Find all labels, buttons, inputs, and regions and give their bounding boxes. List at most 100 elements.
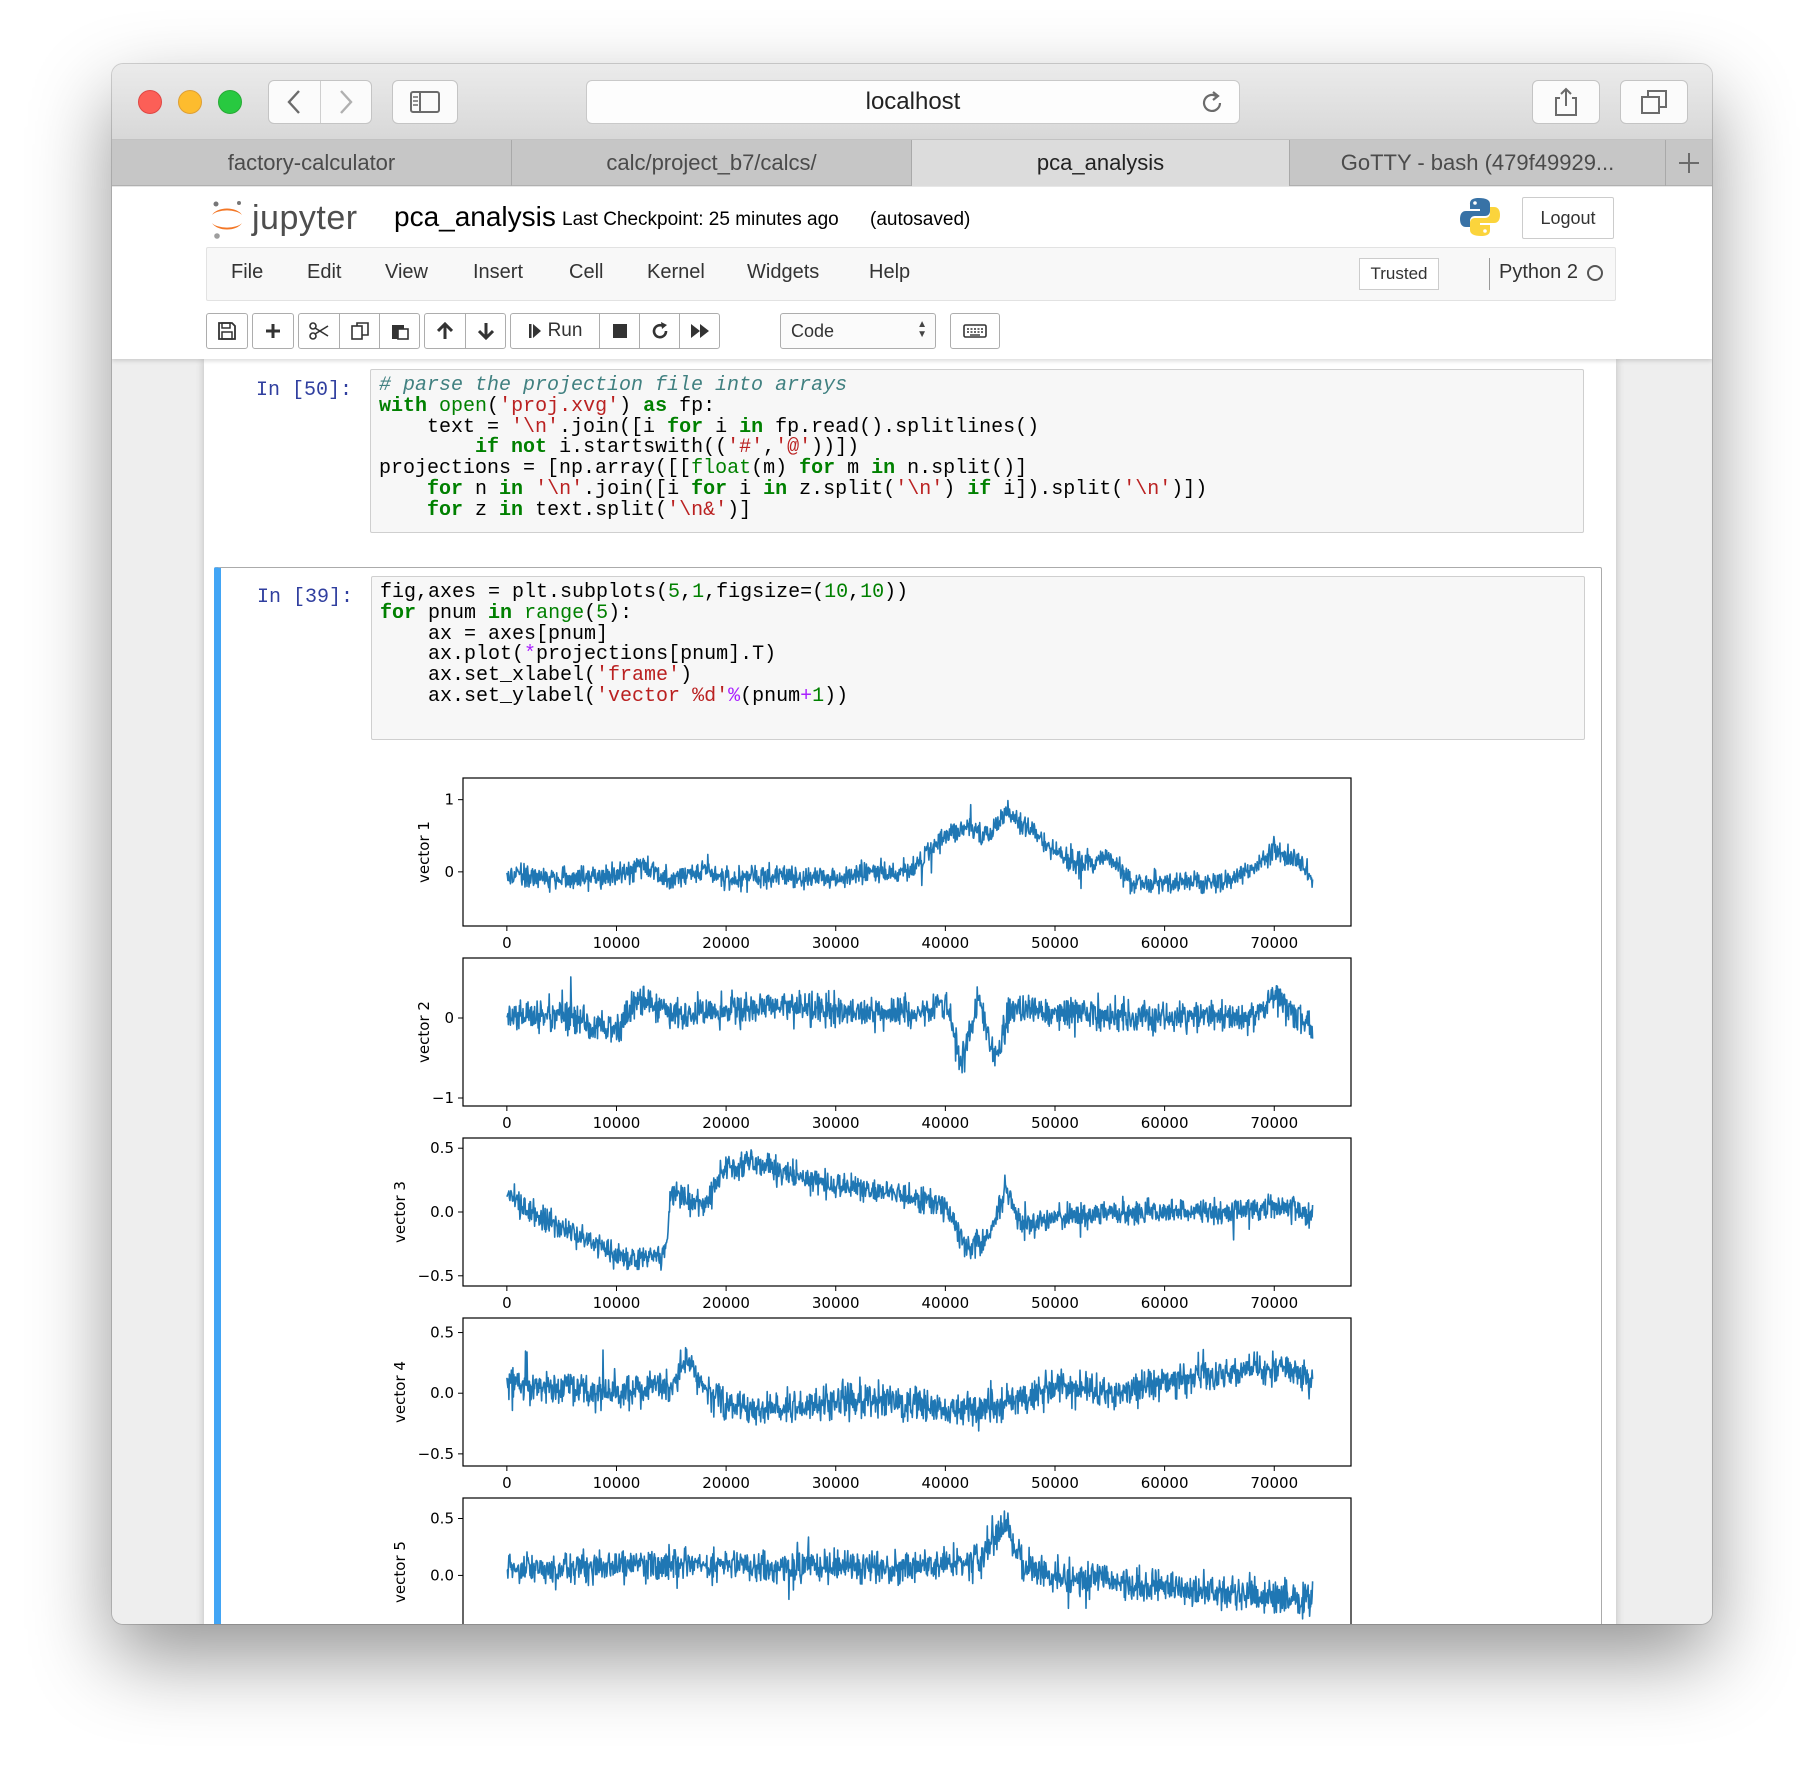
subplot-4: 0 10000 20000 30000 40000 50000 60000 70000 −0.5…	[391, 1317, 1352, 1492]
code-editor[interactable]: fig,axes = plt.subplots(5,1,figsize=(10,…	[371, 576, 1585, 740]
code-line: ax.set_ylabel('vector %d'%(pnum+1))	[380, 684, 1576, 708]
menu-file[interactable]: File	[231, 261, 263, 284]
y-tick-label: 0	[444, 1009, 454, 1027]
interrupt-kernel-button[interactable]	[599, 314, 639, 348]
code-token: 1	[692, 581, 705, 604]
logout-button[interactable]: Logout	[1522, 197, 1614, 239]
menu-cell[interactable]: Cell	[569, 261, 603, 284]
notebook-name[interactable]: pca_analysis	[394, 201, 556, 233]
reload-button[interactable]	[1199, 90, 1225, 123]
move-down-button[interactable]	[465, 314, 505, 348]
code-token: (pnum	[740, 684, 801, 708]
tab-gotty-bash[interactable]: GoTTY - bash (479f49929...	[1290, 140, 1666, 186]
insert-cell-button[interactable]	[253, 314, 293, 348]
code-token: 'proj.xvg'	[499, 394, 620, 418]
x-tick-label: 70000	[1250, 1114, 1298, 1132]
code-line: with open('proj.xvg') as fp:	[379, 394, 1575, 418]
zoom-window-button[interactable]	[218, 90, 242, 114]
code-cell[interactable]: In [50]: # parse the projection file int…	[220, 367, 1602, 537]
x-tick-label: 30000	[812, 1294, 860, 1312]
menu-help[interactable]: Help	[869, 261, 910, 284]
y-tick-label: 1	[444, 791, 454, 809]
show-tabs-button[interactable]	[1620, 80, 1688, 124]
cell-type-select[interactable]: Code ▲ ▼	[780, 313, 936, 349]
share-button[interactable]	[1532, 80, 1600, 124]
plus-icon	[266, 324, 280, 338]
axes-frame	[462, 777, 1352, 927]
tab-label: pca_analysis	[1036, 150, 1165, 175]
menu-edit[interactable]: Edit	[307, 261, 341, 284]
restart-kernel-button[interactable]	[639, 314, 679, 348]
command-palette-button[interactable]	[951, 314, 999, 348]
fast-forward-icon	[690, 324, 709, 338]
jupyter-logo-icon	[212, 201, 242, 239]
x-tick-label: 60000	[1141, 1294, 1189, 1312]
code-token: ))	[884, 581, 909, 604]
address-bar[interactable]: localhost	[586, 80, 1240, 124]
x-tick-label: 0	[502, 1294, 512, 1312]
code-token: 10	[860, 581, 885, 604]
toolbar-insert-group	[252, 313, 294, 349]
x-tick-label: 50000	[1031, 1474, 1079, 1492]
x-tick-label: 10000	[593, 1114, 641, 1132]
close-window-button[interactable]	[138, 90, 162, 114]
x-tick-label: 70000	[1250, 1474, 1298, 1492]
code-text[interactable]: fig,axes = plt.subplots(5,1,figsize=(10,…	[372, 577, 1584, 714]
cut-button[interactable]	[299, 314, 339, 348]
copy-button[interactable]	[339, 314, 379, 348]
clipboard-icon	[391, 325, 409, 340]
code-text[interactable]: # parse the projection file into arrays w…	[371, 370, 1583, 528]
minimize-window-button[interactable]	[178, 90, 202, 114]
floppy-icon	[218, 322, 236, 340]
sidebar-toggle-button[interactable]	[392, 80, 458, 124]
tab-calc-project[interactable]: calc/project_b7/calcs/	[512, 140, 912, 186]
y-tick-label: −0.5	[418, 1267, 454, 1285]
new-tab-button[interactable]	[1666, 140, 1712, 185]
code-token: ))])	[811, 436, 860, 460]
menu-widgets[interactable]: Widgets	[747, 261, 819, 284]
menu-insert[interactable]: Insert	[473, 261, 523, 284]
url-text: localhost	[865, 88, 961, 115]
tab-pca-analysis[interactable]: pca_analysis	[912, 140, 1290, 186]
code-cell-selected[interactable]: In [39]: fig,axes = plt.subplots(5,1,fig…	[214, 567, 1602, 1624]
tab-factory-calculator[interactable]: factory-calculator	[112, 140, 512, 186]
y-tick-label: 0.5	[430, 1139, 454, 1157]
tab-bar: factory-calculator calc/project_b7/calcs…	[112, 140, 1712, 186]
code-token: z	[463, 498, 500, 522]
menu-view[interactable]: View	[385, 261, 428, 284]
x-tick-label: 50000	[1031, 934, 1079, 952]
move-up-button[interactable]	[425, 314, 465, 348]
menu-kernel[interactable]: Kernel	[647, 261, 705, 284]
code-token: for	[667, 415, 704, 439]
code-token: for	[799, 457, 836, 481]
code-token: with	[379, 394, 428, 418]
toolbar-run-group: Run	[510, 313, 720, 349]
code-editor[interactable]: # parse the projection file into arrays w…	[370, 369, 1584, 533]
x-tick-label: 10000	[593, 1294, 641, 1312]
code-token: )	[943, 477, 968, 501]
menu-bar: File Edit View Insert Cell Kernel Widget…	[206, 247, 1616, 301]
logo-text: jupyter	[252, 198, 358, 237]
input-prompt: In [39]:	[257, 586, 354, 609]
code-token: 'frame'	[596, 664, 681, 688]
back-button[interactable]	[269, 81, 320, 123]
forward-button[interactable]	[319, 81, 372, 123]
jupyter-logo[interactable]: jupyter	[208, 195, 358, 241]
code-token: if	[967, 477, 992, 501]
save-button[interactable]	[207, 314, 247, 348]
code-token: )	[619, 394, 644, 418]
reload-icon	[1202, 91, 1222, 112]
restart-run-all-button[interactable]	[679, 314, 719, 348]
run-button[interactable]: Run	[511, 314, 599, 348]
code-token: %	[728, 684, 741, 708]
x-tick-label: 70000	[1250, 1294, 1298, 1312]
paste-button[interactable]	[379, 314, 419, 348]
browser-window: localhost factory-calculator calc/projec…	[112, 64, 1712, 1624]
code-token: ,	[680, 581, 693, 604]
trusted-indicator[interactable]: Trusted	[1359, 258, 1439, 290]
code-token: '@'	[775, 436, 812, 460]
jupyter-header: jupyter pca_analysis Last Checkpoint: 25…	[112, 187, 1712, 359]
code-line: ax = axes[pnum]	[380, 624, 1576, 646]
kernel-name[interactable]: Python 2	[1499, 261, 1578, 284]
code-token: ,	[763, 436, 776, 460]
